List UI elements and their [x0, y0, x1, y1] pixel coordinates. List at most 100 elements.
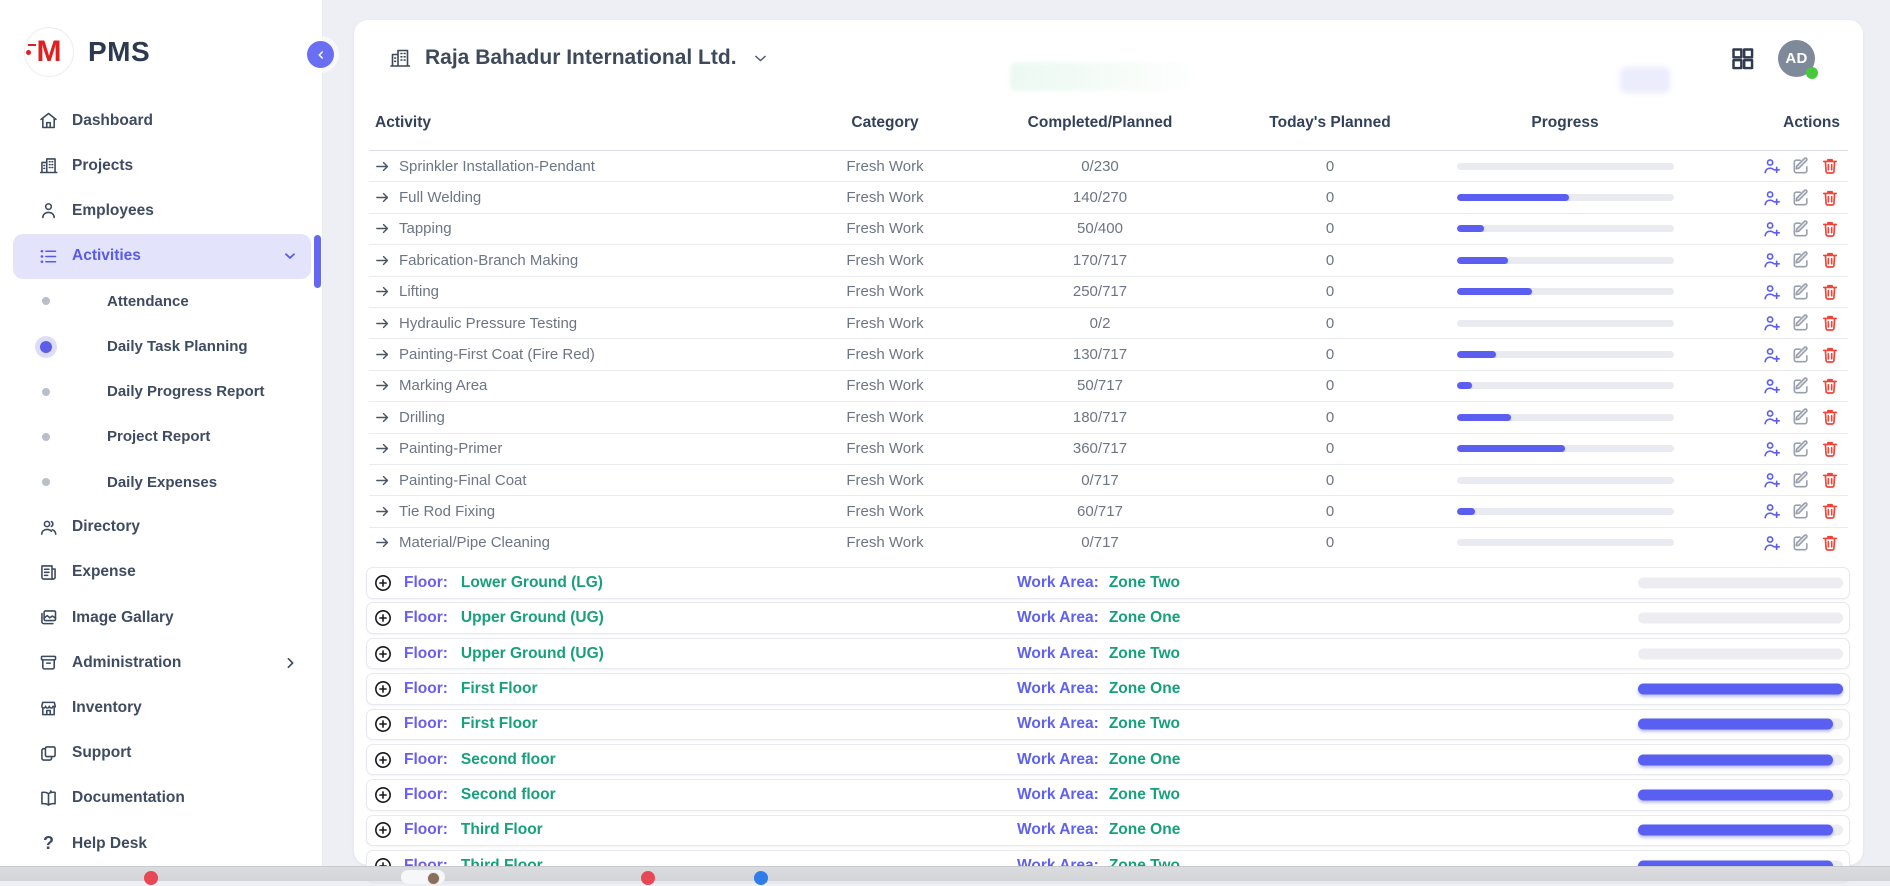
todays-planned-cell: 0 [1210, 252, 1450, 269]
column-header-activity: Activity [369, 114, 780, 132]
circle-plus-icon[interactable] [373, 714, 393, 734]
delete-icon[interactable] [1820, 470, 1840, 490]
sidebar-subitem-project-report[interactable]: Project Report [13, 414, 322, 459]
assign-user-icon[interactable] [1762, 533, 1782, 553]
actions-cell [1680, 439, 1848, 459]
sidebar-item-dashboard[interactable]: Dashboard [13, 98, 311, 143]
sidebar-item-projects[interactable]: Projects [13, 143, 311, 188]
question-icon: ? [38, 833, 59, 854]
bullet-dot [42, 478, 50, 486]
assign-user-icon[interactable] [1762, 219, 1782, 239]
edit-icon[interactable] [1791, 282, 1811, 302]
floor-progress-track [1638, 790, 1843, 801]
sidebar-item-expense[interactable]: Expense [13, 550, 311, 595]
delete-icon[interactable] [1820, 407, 1840, 427]
sidebar-item-employees[interactable]: Employees [13, 188, 311, 233]
floor-row[interactable]: Floor:Second floorWork Area:Zone Two [366, 779, 1850, 811]
delete-icon[interactable] [1820, 313, 1840, 333]
chevron-down-icon[interactable] [752, 50, 769, 67]
sidebar-item-documentation[interactable]: Documentation [13, 776, 311, 821]
assign-user-icon[interactable] [1762, 470, 1782, 490]
delete-icon[interactable] [1820, 219, 1840, 239]
sidebar-subitem-attendance[interactable]: Attendance [13, 279, 322, 324]
circle-plus-icon[interactable] [373, 820, 393, 840]
sidebar-subitem-daily-task-planning[interactable]: Daily Task Planning [13, 324, 322, 369]
delete-icon[interactable] [1820, 376, 1840, 396]
floor-row[interactable]: Floor:Upper Ground (UG)Work Area:Zone On… [366, 602, 1850, 634]
floor-row[interactable]: Floor:Lower Ground (LG)Work Area:Zone Tw… [366, 567, 1850, 599]
arrow-right-icon [374, 252, 391, 269]
edit-icon[interactable] [1791, 470, 1811, 490]
activity-name: Sprinkler Installation-Pendant [399, 158, 595, 175]
edit-icon[interactable] [1791, 250, 1811, 270]
floor-row[interactable]: Floor:Upper Ground (UG)Work Area:Zone Tw… [366, 638, 1850, 670]
circle-plus-icon[interactable] [373, 750, 393, 770]
floor-row[interactable]: Floor:First FloorWork Area:Zone One [366, 673, 1850, 705]
sidebar-item-support[interactable]: Support [13, 731, 311, 776]
sidebar-item-activities[interactable]: Activities [13, 234, 311, 279]
edit-icon[interactable] [1791, 156, 1811, 176]
edit-icon[interactable] [1791, 188, 1811, 208]
delete-icon[interactable] [1820, 345, 1840, 365]
taskbar-app-icon[interactable] [144, 871, 158, 885]
delete-icon[interactable] [1820, 282, 1840, 302]
activity-cell: Full Welding [369, 189, 780, 206]
floor-progress-fill [1638, 790, 1833, 801]
column-header-today-s-planned: Today's Planned [1210, 114, 1450, 132]
assign-user-icon[interactable] [1762, 501, 1782, 521]
progress-bar-fill [1457, 288, 1533, 295]
sidebar-scrollbar-thumb[interactable] [314, 235, 321, 288]
sidebar-item-help-desk[interactable]: ?Help Desk [13, 821, 311, 866]
taskbar-app-icon[interactable] [754, 871, 768, 885]
edit-icon[interactable] [1791, 313, 1811, 333]
sidebar-item-label: Activities [72, 247, 141, 265]
edit-icon[interactable] [1791, 345, 1811, 365]
floor-progress-fill [1638, 719, 1833, 730]
actions-cell [1680, 188, 1848, 208]
assign-user-icon[interactable] [1762, 313, 1782, 333]
floor-row[interactable]: Floor:Second floorWork Area:Zone One [366, 744, 1850, 776]
arrow-right-icon [374, 346, 391, 363]
edit-icon[interactable] [1791, 501, 1811, 521]
edit-icon[interactable] [1791, 407, 1811, 427]
sidebar-item-directory[interactable]: Directory [13, 505, 311, 550]
assign-user-icon[interactable] [1762, 156, 1782, 176]
assign-user-icon[interactable] [1762, 188, 1782, 208]
assign-user-icon[interactable] [1762, 250, 1782, 270]
edit-icon[interactable] [1791, 219, 1811, 239]
edit-icon[interactable] [1791, 533, 1811, 553]
floor-row[interactable]: Floor:First FloorWork Area:Zone Two [366, 709, 1850, 741]
assign-user-icon[interactable] [1762, 376, 1782, 396]
assign-user-icon[interactable] [1762, 439, 1782, 459]
user-menu[interactable]: AD [1778, 40, 1815, 77]
sidebar-subitem-daily-progress-report[interactable]: Daily Progress Report [13, 369, 322, 414]
circle-plus-icon[interactable] [373, 785, 393, 805]
company-selector-label[interactable]: Raja Bahadur International Ltd. [425, 46, 737, 70]
taskbar-app-icon[interactable] [641, 871, 655, 885]
assign-user-icon[interactable] [1762, 282, 1782, 302]
sidebar-item-inventory[interactable]: Inventory [13, 685, 311, 730]
sidebar-subitem-daily-expenses[interactable]: Daily Expenses [13, 460, 322, 505]
assign-user-icon[interactable] [1762, 345, 1782, 365]
sidebar-item-administration[interactable]: Administration [13, 640, 311, 685]
circle-plus-icon[interactable] [373, 644, 393, 664]
circle-plus-icon[interactable] [373, 608, 393, 628]
delete-icon[interactable] [1820, 188, 1840, 208]
assign-user-icon[interactable] [1762, 407, 1782, 427]
delete-icon[interactable] [1820, 250, 1840, 270]
edit-icon[interactable] [1791, 376, 1811, 396]
edit-icon[interactable] [1791, 439, 1811, 459]
circle-plus-icon[interactable] [373, 573, 393, 593]
circle-plus-icon[interactable] [373, 679, 393, 699]
completed-planned-cell: 180/717 [990, 409, 1210, 426]
delete-icon[interactable] [1820, 501, 1840, 521]
arrow-right-icon [374, 283, 391, 300]
grid-icon[interactable] [1729, 45, 1756, 72]
delete-icon[interactable] [1820, 156, 1840, 176]
sidebar-item-image-gallary[interactable]: Image Gallary [13, 595, 311, 640]
delete-icon[interactable] [1820, 533, 1840, 553]
floor-row[interactable]: Floor:Third FloorWork Area:Zone One [366, 815, 1850, 847]
delete-icon[interactable] [1820, 439, 1840, 459]
sidebar-collapse-button[interactable] [307, 41, 334, 68]
category-cell: Fresh Work [780, 189, 990, 206]
